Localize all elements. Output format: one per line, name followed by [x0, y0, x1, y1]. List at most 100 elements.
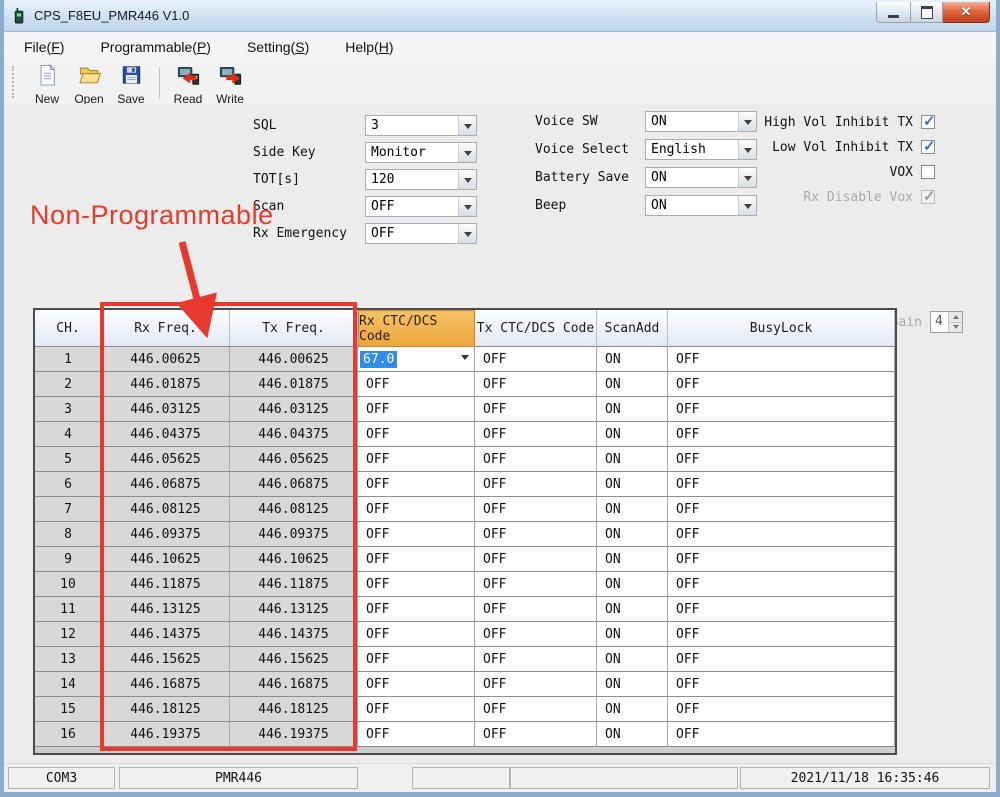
table-cell[interactable]: 446.04375: [230, 422, 358, 447]
table-cell[interactable]: 446.09375: [102, 522, 230, 547]
vox-checkbox[interactable]: [921, 165, 935, 179]
table-cell[interactable]: 1: [35, 347, 102, 372]
table-cell[interactable]: 446.16875: [102, 672, 230, 697]
table-cell[interactable]: OFF: [668, 522, 895, 547]
table-cell[interactable]: 2: [35, 372, 102, 397]
table-cell[interactable]: 3: [35, 397, 102, 422]
table-cell[interactable]: OFF: [475, 447, 597, 472]
dropdown-arrow-icon[interactable]: [458, 224, 476, 243]
table-cell[interactable]: 446.03125: [102, 397, 230, 422]
table-cell[interactable]: 446.04375: [102, 422, 230, 447]
table-cell[interactable]: 67.0: [358, 347, 475, 372]
toolbar-grip-icon[interactable]: [12, 66, 18, 98]
table-cell[interactable]: 446.13125: [230, 597, 358, 622]
table-cell[interactable]: 446.14375: [102, 622, 230, 647]
table-cell[interactable]: OFF: [358, 422, 475, 447]
table-cell[interactable]: ON: [597, 722, 668, 747]
dropdown-arrow-icon[interactable]: [458, 197, 476, 216]
table-cell[interactable]: OFF: [358, 522, 475, 547]
open-button[interactable]: Open: [68, 64, 110, 106]
table-cell[interactable]: 14: [35, 672, 102, 697]
table-cell[interactable]: ON: [597, 697, 668, 722]
table-cell[interactable]: 446.18125: [230, 697, 358, 722]
menu-item-file-f[interactable]: File(F): [24, 39, 64, 55]
table-cell[interactable]: 446.05625: [230, 447, 358, 472]
table-cell[interactable]: OFF: [475, 472, 597, 497]
table-cell[interactable]: ON: [597, 672, 668, 697]
table-cell[interactable]: 446.10625: [230, 547, 358, 572]
menu-item-programmable-p[interactable]: Programmable(P): [100, 39, 211, 55]
table-cell[interactable]: OFF: [358, 497, 475, 522]
table-cell[interactable]: 446.19375: [230, 722, 358, 747]
table-cell[interactable]: 10: [35, 572, 102, 597]
high-vol-inhibit-tx-checkbox[interactable]: [921, 112, 936, 130]
new-button[interactable]: New: [26, 64, 68, 106]
table-cell[interactable]: 446.13125: [102, 597, 230, 622]
table-cell[interactable]: 446.06875: [230, 472, 358, 497]
table-cell[interactable]: 446.05625: [102, 447, 230, 472]
table-cell[interactable]: OFF: [358, 597, 475, 622]
table-cell[interactable]: 446.09375: [230, 522, 358, 547]
save-button[interactable]: Save: [110, 64, 152, 106]
table-cell[interactable]: OFF: [475, 672, 597, 697]
table-cell[interactable]: OFF: [475, 647, 597, 672]
table-cell[interactable]: 446.06875: [102, 472, 230, 497]
table-cell[interactable]: 8: [35, 522, 102, 547]
table-cell[interactable]: OFF: [668, 722, 895, 747]
table-cell[interactable]: ON: [597, 547, 668, 572]
table-cell[interactable]: 7: [35, 497, 102, 522]
table-cell[interactable]: ON: [597, 447, 668, 472]
table-cell[interactable]: OFF: [475, 397, 597, 422]
table-cell[interactable]: 446.11875: [230, 572, 358, 597]
table-cell[interactable]: 446.14375: [230, 622, 358, 647]
low-vol-inhibit-tx-checkbox[interactable]: [921, 137, 936, 155]
table-cell[interactable]: OFF: [668, 372, 895, 397]
table-cell[interactable]: 11: [35, 597, 102, 622]
table-cell[interactable]: OFF: [475, 572, 597, 597]
table-cell[interactable]: OFF: [358, 722, 475, 747]
table-cell[interactable]: OFF: [475, 697, 597, 722]
table-cell[interactable]: OFF: [668, 497, 895, 522]
spin-up-icon[interactable]: [949, 312, 962, 322]
table-cell[interactable]: OFF: [358, 572, 475, 597]
table-cell[interactable]: OFF: [475, 422, 597, 447]
table-cell[interactable]: OFF: [668, 597, 895, 622]
minimize-button[interactable]: [876, 2, 911, 23]
table-cell[interactable]: 446.08125: [230, 497, 358, 522]
table-cell[interactable]: 6: [35, 472, 102, 497]
table-cell[interactable]: OFF: [358, 622, 475, 647]
dropdown-arrow-icon[interactable]: [458, 143, 476, 162]
table-cell[interactable]: 12: [35, 622, 102, 647]
table-cell[interactable]: OFF: [475, 722, 597, 747]
table-cell[interactable]: ON: [597, 572, 668, 597]
table-cell[interactable]: OFF: [475, 622, 597, 647]
table-cell[interactable]: OFF: [358, 397, 475, 422]
table-cell[interactable]: 446.18125: [102, 697, 230, 722]
table-cell[interactable]: ON: [597, 472, 668, 497]
table-cell[interactable]: OFF: [668, 422, 895, 447]
table-cell[interactable]: OFF: [668, 647, 895, 672]
rx-ctc-dcs-combobox[interactable]: 67.0: [358, 347, 474, 371]
table-cell[interactable]: ON: [597, 372, 668, 397]
table-cell[interactable]: 446.03125: [230, 397, 358, 422]
table-cell[interactable]: OFF: [358, 472, 475, 497]
side-key-dropdown[interactable]: Monitor: [365, 142, 477, 163]
table-cell[interactable]: 15: [35, 697, 102, 722]
table-cell[interactable]: OFF: [475, 372, 597, 397]
table-cell[interactable]: 446.15625: [230, 647, 358, 672]
table-cell[interactable]: OFF: [358, 447, 475, 472]
scan-dropdown[interactable]: OFF: [365, 196, 477, 217]
table-cell[interactable]: ON: [597, 497, 668, 522]
table-cell[interactable]: 446.10625: [102, 547, 230, 572]
table-cell[interactable]: 446.00625: [230, 347, 358, 372]
vox-gain-stepper[interactable]: 4: [930, 311, 963, 333]
dropdown-arrow-icon[interactable]: [458, 116, 476, 135]
table-cell[interactable]: OFF: [475, 497, 597, 522]
table-cell[interactable]: ON: [597, 347, 668, 372]
table-cell[interactable]: 446.16875: [230, 672, 358, 697]
table-cell[interactable]: 446.01875: [102, 372, 230, 397]
dropdown-arrow-icon[interactable]: [461, 354, 469, 364]
table-cell[interactable]: OFF: [668, 672, 895, 697]
table-cell[interactable]: OFF: [358, 697, 475, 722]
table-cell[interactable]: OFF: [668, 472, 895, 497]
